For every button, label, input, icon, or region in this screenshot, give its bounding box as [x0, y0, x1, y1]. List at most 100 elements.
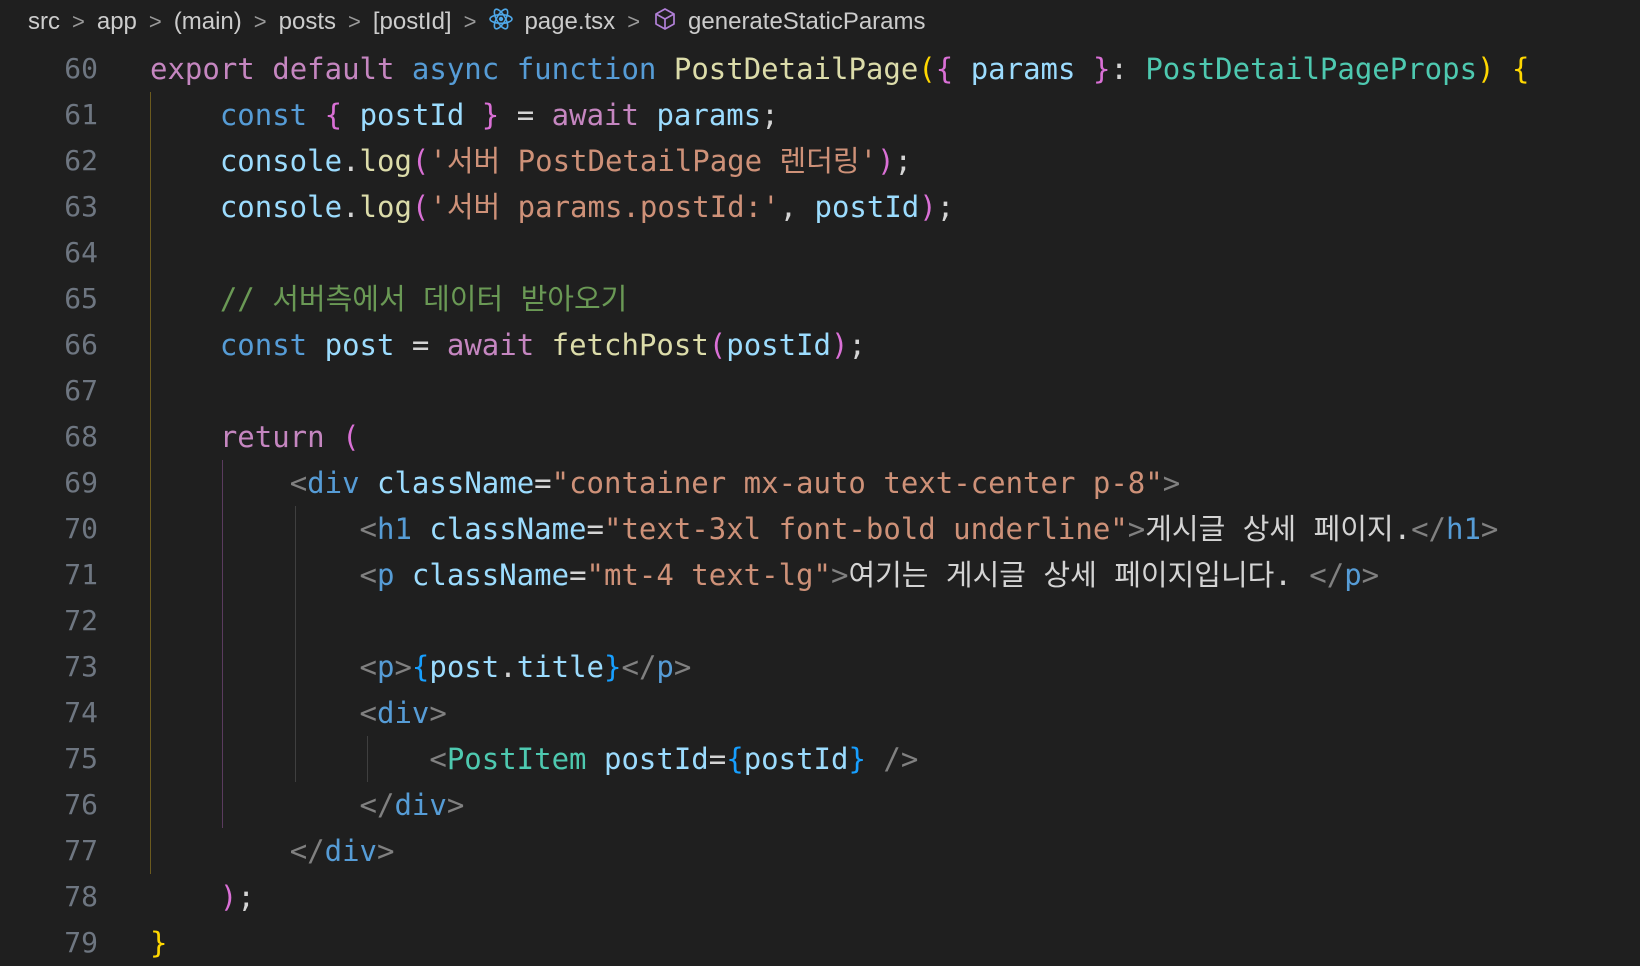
code-token: =	[569, 558, 587, 592]
code-line[interactable]: 76 </div>	[0, 782, 1640, 828]
breadcrumb-item[interactable]: [postId]	[373, 8, 452, 36]
code-line[interactable]: 61 const { postId } = await params;	[0, 92, 1640, 138]
code-token: PostDetailPage	[673, 52, 919, 86]
code-line[interactable]: 66 const post = await fetchPost(postId);	[0, 322, 1640, 368]
code-text: <div className="container mx-auto text-c…	[150, 460, 1181, 506]
code-token: )	[919, 190, 937, 224]
code-token: =	[499, 98, 552, 132]
breadcrumb-item[interactable]: src	[28, 8, 60, 36]
code-text: </div>	[150, 782, 465, 828]
code-line[interactable]: 64	[0, 230, 1640, 276]
code-token: </	[621, 650, 657, 684]
code-token: ;	[936, 190, 955, 224]
breadcrumb-item-label: page.tsx	[524, 7, 616, 35]
code-line[interactable]: 71 <p className="mt-4 text-lg">여기는 게시글 상…	[0, 552, 1640, 598]
code-token: (	[918, 52, 936, 86]
code-text: </div>	[150, 828, 395, 874]
code-token: >	[377, 834, 395, 868]
code-line[interactable]: 63 console.log('서버 params.postId:', post…	[0, 184, 1640, 230]
line-number: 62	[64, 144, 98, 177]
code-token: }	[150, 926, 168, 960]
code-line[interactable]: 60 export default async function PostDeta…	[0, 46, 1640, 92]
breadcrumb-item[interactable]: page.tsx	[488, 6, 615, 39]
code-line[interactable]: 74 <div>	[0, 690, 1640, 736]
code-line[interactable]: 65 // 서버측에서 데이터 받아오기	[0, 276, 1640, 322]
code-token: params	[970, 52, 1076, 86]
code-token: '서버 params.postId:'	[429, 190, 780, 224]
code-token: div	[376, 696, 430, 730]
code-line[interactable]: 75 <PostItem postId={postId} />	[0, 736, 1640, 782]
code-line[interactable]: 78 );	[0, 874, 1640, 920]
code-token: (	[411, 190, 430, 224]
code-token: const	[219, 328, 308, 362]
code-token: >	[1127, 512, 1146, 546]
code-token: params	[656, 98, 762, 132]
breadcrumb-item[interactable]: posts	[279, 8, 336, 36]
code-token: postId	[603, 742, 709, 776]
breadcrumb-item[interactable]: generateStaticParams	[652, 6, 926, 39]
line-number: 66	[64, 328, 98, 361]
code-token: "mt-4 text-lg"	[586, 558, 831, 592]
code-line[interactable]: 77 </div>	[0, 828, 1640, 874]
code-token: default	[272, 52, 395, 86]
code-token: </	[289, 834, 325, 868]
code-line[interactable]: 68 return (	[0, 414, 1640, 460]
code-token: )	[219, 880, 238, 914]
code-token: {	[411, 650, 430, 684]
code-token: >	[673, 650, 692, 684]
code-token: <	[359, 696, 377, 730]
code-line[interactable]: 67	[0, 368, 1640, 414]
line-number: 76	[64, 788, 98, 821]
react-icon	[488, 6, 514, 39]
line-number: 61	[64, 98, 98, 131]
code-token: ,	[779, 190, 815, 224]
line-number: 60	[64, 52, 98, 85]
code-token: 여기는 게시글 상세 페이지입니다.	[848, 558, 1310, 592]
code-token: log	[359, 144, 412, 178]
code-token: =	[534, 466, 552, 500]
code-line[interactable]: 70 <h1 className="text-3xl font-bold und…	[0, 506, 1640, 552]
code-line[interactable]: 79}	[0, 920, 1640, 966]
code-token: h1	[1446, 512, 1481, 546]
breadcrumb-item[interactable]: app	[97, 8, 137, 36]
code-token: }	[848, 742, 866, 776]
code-editor[interactable]: 60 export default async function PostDeta…	[0, 46, 1640, 966]
code-line[interactable]: 62 console.log('서버 PostDetailPage 렌더링');	[0, 138, 1640, 184]
line-number: 63	[64, 190, 98, 223]
line-number: 64	[64, 236, 98, 269]
line-number: 73	[64, 650, 98, 683]
code-text: // 서버측에서 데이터 받아오기	[150, 276, 627, 322]
code-line[interactable]: 72	[0, 598, 1640, 644]
code-token: </	[1309, 558, 1345, 592]
code-token: 게시글 상세 페이지.	[1145, 512, 1412, 546]
line-number: 65	[64, 282, 98, 315]
code-token: PostItem	[446, 742, 587, 776]
code-text: <div>	[150, 690, 447, 736]
code-line[interactable]: 69 <div className="container mx-auto tex…	[0, 460, 1640, 506]
code-text: const { postId } = await params;	[150, 92, 779, 138]
code-text: }	[150, 920, 167, 966]
code-token: div	[307, 466, 360, 500]
code-token: console	[219, 144, 343, 178]
breadcrumb-item[interactable]: (main)	[174, 8, 242, 36]
code-token: p	[376, 558, 395, 592]
code-token: const	[219, 98, 308, 132]
breadcrumb-item-label: (main)	[173, 8, 242, 35]
code-line[interactable]: 73 <p>{post.title}</p>	[0, 644, 1640, 690]
cube-symbol-icon	[652, 6, 678, 39]
code-token: }	[604, 650, 622, 684]
